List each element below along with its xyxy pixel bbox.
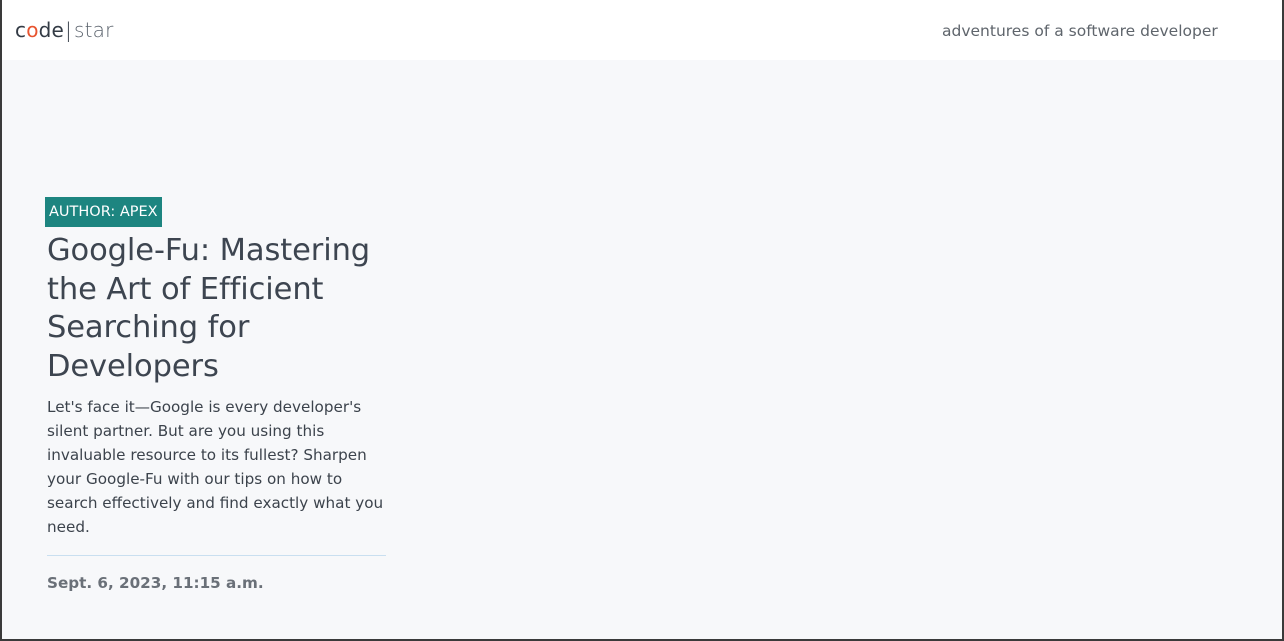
- logo-text-c: c: [15, 18, 27, 42]
- top-navbar: code| star adventures of a software devel…: [2, 0, 1282, 60]
- article-divider: [47, 555, 386, 556]
- logo-text-de: de: [38, 18, 65, 42]
- article-excerpt: Let's face it—Google is every developer'…: [47, 398, 384, 536]
- site-tagline: adventures of a software developer: [942, 22, 1218, 40]
- logo-text-o: o: [26, 18, 39, 42]
- site-logo-link[interactable]: code| star: [15, 17, 114, 43]
- article-date: Sept. 6, 2023, 11:15 a.m.: [47, 574, 264, 592]
- logo-text-star: star: [74, 18, 114, 42]
- article-title[interactable]: Google-Fu: Mastering the Art of Efficien…: [47, 232, 390, 386]
- browser-viewport: code| star adventures of a software devel…: [2, 0, 1282, 639]
- featured-article: AUTHOR: APEX Google-Fu: Mastering the Ar…: [45, 197, 390, 593]
- logo-separator: |: [65, 18, 72, 42]
- author-badge[interactable]: AUTHOR: APEX: [45, 197, 162, 227]
